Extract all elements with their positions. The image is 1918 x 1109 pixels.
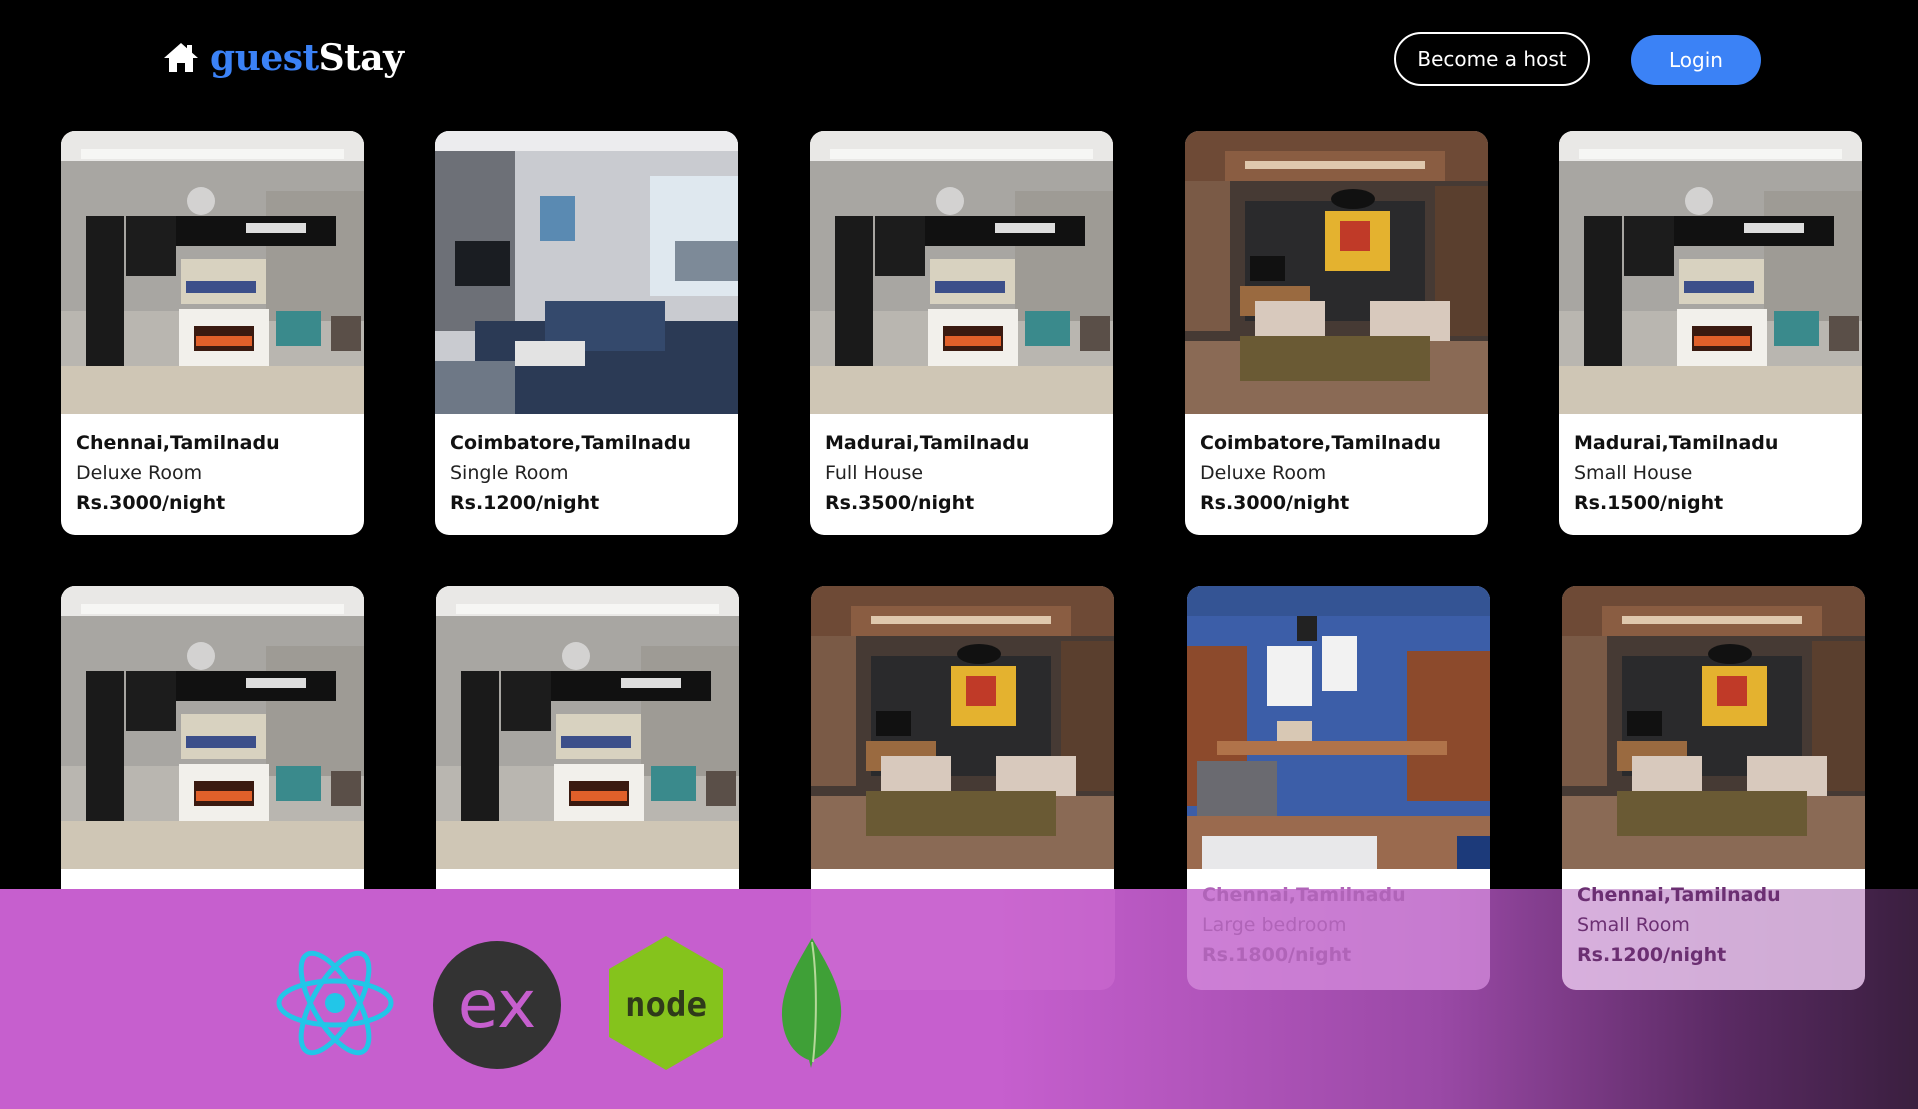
listing-location: Chennai,Tamilnadu: [1202, 884, 1406, 906]
listing-type: Deluxe Room: [1200, 462, 1327, 484]
listing-photo: [1562, 586, 1865, 869]
listing-photo: [1559, 131, 1862, 414]
listing-type: Small Room: [1577, 914, 1690, 936]
card-overlay-fade: [811, 889, 1115, 990]
listing-price: Rs.1200/night: [1577, 944, 1727, 966]
listing-location: Madurai,Tamilnadu: [825, 432, 1030, 454]
brand-name-first: guest: [210, 37, 319, 79]
react-icon: [276, 950, 394, 1056]
listing-type: Small House: [1574, 462, 1693, 484]
nodejs-icon: node: [609, 936, 723, 1070]
home-icon: [164, 43, 198, 72]
listing-photo: [435, 131, 738, 414]
listing-photo: [61, 586, 364, 869]
listing-type: Deluxe Room: [76, 462, 203, 484]
listing-photo: [61, 131, 364, 414]
listing-location: Coimbatore,Tamilnadu: [1200, 432, 1441, 454]
brand-name-second: Stay: [318, 37, 404, 79]
listing-photo: [436, 586, 739, 869]
listing-price: Rs.3000/night: [76, 492, 226, 514]
listing-location: Chennai,Tamilnadu: [76, 432, 280, 454]
listing-card[interactable]: Madurai,Tamilnadu Full House Rs.3500/nig…: [810, 131, 1113, 535]
listing-price: Rs.1200/night: [450, 492, 600, 514]
listing-type: Single Room: [450, 462, 569, 484]
listing-price: Rs.1500/night: [1574, 492, 1724, 514]
express-icon: ex: [433, 941, 561, 1069]
listing-text-overlay: Chennai,Tamilnadu Small Room Rs.1200/nig…: [1577, 880, 1781, 970]
listing-card[interactable]: Coimbatore,Tamilnadu Deluxe Room Rs.3000…: [1185, 131, 1488, 535]
node-label: node: [625, 985, 707, 1025]
listing-card[interactable]: Chennai,Tamilnadu Deluxe Room Rs.3000/ni…: [61, 131, 364, 535]
listing-price: Rs.3500/night: [825, 492, 975, 514]
listing-photo: [810, 131, 1113, 414]
express-label: ex: [458, 966, 537, 1043]
listing-location: Madurai,Tamilnadu: [1574, 432, 1779, 454]
listing-price: Rs.3000/night: [1200, 492, 1350, 514]
login-button[interactable]: Login: [1631, 35, 1761, 85]
listing-card[interactable]: Madurai,Tamilnadu Small House Rs.1500/ni…: [1559, 131, 1862, 535]
become-host-button[interactable]: Become a host: [1394, 32, 1590, 86]
listing-photo: [1185, 131, 1488, 414]
mongodb-icon: [781, 938, 842, 1068]
brand-logo[interactable]: guestStay: [162, 40, 404, 76]
listing-photo: [1187, 586, 1490, 869]
listing-location: Coimbatore,Tamilnadu: [450, 432, 691, 454]
brand-name: guestStay: [210, 40, 404, 76]
listing-type: Full House: [825, 462, 924, 484]
listing-price: Rs.1800/night: [1202, 944, 1352, 966]
listing-location: Chennai,Tamilnadu: [1577, 884, 1781, 906]
listing-photo: [811, 586, 1114, 869]
listing-card[interactable]: Coimbatore,Tamilnadu Single Room Rs.1200…: [435, 131, 738, 535]
listing-type: Large bedroom: [1202, 914, 1347, 936]
listing-text-overlay: Chennai,Tamilnadu Large bedroom Rs.1800/…: [1202, 880, 1406, 970]
